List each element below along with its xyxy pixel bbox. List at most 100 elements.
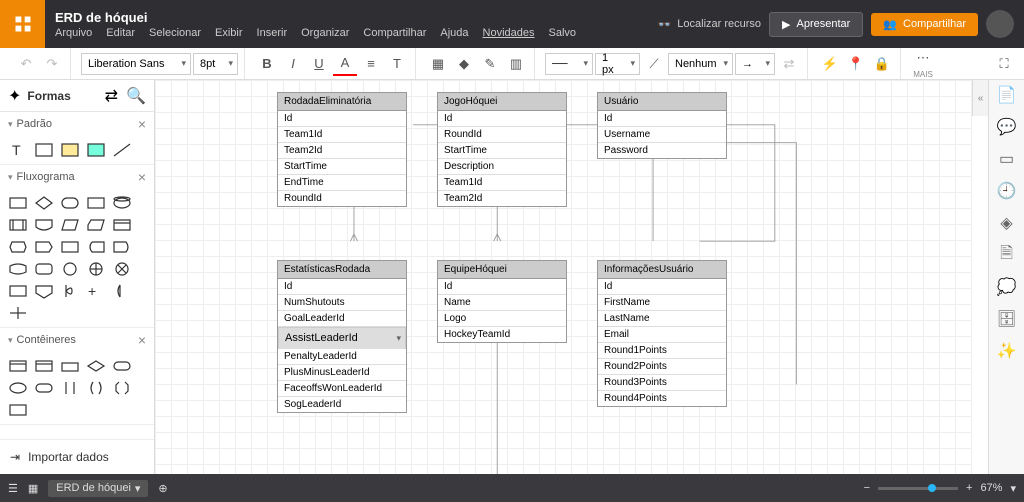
present-button[interactable]: ▶ Apresentar: [769, 12, 863, 37]
shape-text[interactable]: T: [8, 142, 28, 158]
entity-field[interactable]: Round3Points: [598, 375, 726, 391]
flowchart-shape[interactable]: [112, 195, 132, 211]
entity-field[interactable]: Id: [598, 279, 726, 295]
data-icon[interactable]: 🗎: [998, 246, 1016, 264]
swap-arrows-button[interactable]: ⇄: [777, 52, 801, 76]
container-shape[interactable]: [86, 358, 106, 374]
entity-field[interactable]: FaceoffsWonLeaderId: [278, 381, 406, 397]
shape-rect[interactable]: [34, 142, 54, 158]
flowchart-shape[interactable]: [60, 217, 80, 233]
entity-field[interactable]: Id: [598, 111, 726, 127]
entity-EstatísticasRodada[interactable]: EstatísticasRodadaIdNumShutoutsGoalLeade…: [277, 260, 407, 413]
menu-select[interactable]: Selecionar: [149, 27, 201, 39]
container-shape[interactable]: [112, 380, 132, 396]
app-logo[interactable]: [0, 0, 45, 48]
flowchart-shape[interactable]: [112, 239, 132, 255]
menu-share[interactable]: Compartilhar: [363, 27, 426, 39]
entity-field[interactable]: Id: [278, 279, 406, 295]
entity-field[interactable]: Team1Id: [438, 175, 566, 191]
flowchart-shape[interactable]: [60, 283, 80, 299]
entity-field[interactable]: PenaltyLeaderId: [278, 349, 406, 365]
line-color-button[interactable]: ✎: [478, 52, 502, 76]
close-icon[interactable]: ×: [138, 169, 146, 185]
zoom-out-button[interactable]: −: [864, 482, 870, 494]
flowchart-shape[interactable]: [34, 195, 54, 211]
entity-field[interactable]: StartTime: [278, 159, 406, 175]
flowchart-shape[interactable]: [8, 305, 28, 321]
entity-field[interactable]: FirstName: [598, 295, 726, 311]
close-icon[interactable]: ×: [138, 332, 146, 348]
entity-field[interactable]: Team2Id: [278, 143, 406, 159]
collapse-right-panel[interactable]: «: [972, 80, 988, 116]
entity-Usuário[interactable]: UsuárioIdUsernamePassword: [597, 92, 727, 159]
fullscreen-button[interactable]: ⛶: [992, 52, 1016, 76]
redo-button[interactable]: ↷: [40, 52, 64, 76]
entity-field[interactable]: Email: [598, 327, 726, 343]
locate-resource[interactable]: 👓 Localizar recurso: [658, 18, 761, 31]
shuffle-icon[interactable]: ⇄: [105, 86, 118, 106]
entity-field[interactable]: Round2Points: [598, 359, 726, 375]
font-family-select[interactable]: Liberation Sans: [81, 53, 191, 75]
bolt-icon[interactable]: ⚡: [818, 52, 842, 76]
text-color-button[interactable]: A: [333, 52, 357, 76]
container-shape[interactable]: [34, 358, 54, 374]
comment-icon[interactable]: 💬: [998, 118, 1016, 136]
arrow-start-select[interactable]: Nenhum: [668, 53, 733, 75]
lock-icon[interactable]: 🔒: [870, 52, 894, 76]
container-shape[interactable]: [8, 358, 28, 374]
entity-field[interactable]: RoundId: [278, 191, 406, 206]
entity-field[interactable]: PlusMinusLeaderId: [278, 365, 406, 381]
container-shape[interactable]: [86, 380, 106, 396]
line-style-select[interactable]: ──: [545, 53, 593, 75]
entity-EquipeHóquei[interactable]: EquipeHóqueiIdNameLogoHockeyTeamId: [437, 260, 567, 343]
menu-news[interactable]: Novidades: [483, 27, 535, 39]
entity-JogoHóquei[interactable]: JogoHóqueiIdRoundIdStartTimeDescriptionT…: [437, 92, 567, 207]
align-button[interactable]: ≡: [359, 52, 383, 76]
category-containers[interactable]: ▾Contêineres×: [0, 328, 154, 352]
entity-field[interactable]: NumShutouts: [278, 295, 406, 311]
menu-arrange[interactable]: Organizar: [301, 27, 349, 39]
shape-line[interactable]: [112, 142, 132, 158]
entity-RodadaEliminatória[interactable]: RodadaEliminatóriaIdTeam1IdTeam2IdStartT…: [277, 92, 407, 207]
database-icon[interactable]: 🗄: [998, 310, 1016, 328]
flowchart-shape[interactable]: [34, 217, 54, 233]
entity-field[interactable]: Username: [598, 127, 726, 143]
page-tab[interactable]: ERD de hóquei▾: [48, 480, 148, 497]
flowchart-shape[interactable]: [60, 195, 80, 211]
arrow-end-select[interactable]: →: [735, 53, 775, 75]
share-button[interactable]: 👥 Compartilhar: [871, 13, 978, 36]
menu-insert[interactable]: Inserir: [257, 27, 288, 39]
category-flowchart[interactable]: ▾Fluxograma×: [0, 165, 154, 189]
entity-field[interactable]: Logo: [438, 311, 566, 327]
menu-help[interactable]: Ajuda: [440, 27, 468, 39]
flowchart-shape[interactable]: [8, 239, 28, 255]
undo-button[interactable]: ↶: [14, 52, 38, 76]
shape-note[interactable]: [60, 142, 80, 158]
container-shape[interactable]: [112, 358, 132, 374]
more-button[interactable]: ⋯: [911, 48, 935, 68]
entity-field[interactable]: SogLeaderId: [278, 397, 406, 412]
search-shapes-icon[interactable]: 🔍: [126, 86, 146, 106]
entity-field[interactable]: Id: [278, 111, 406, 127]
flowchart-shape[interactable]: [86, 195, 106, 211]
user-avatar[interactable]: [986, 10, 1014, 38]
flowchart-shape[interactable]: [112, 283, 132, 299]
flowchart-shape[interactable]: [60, 239, 80, 255]
close-icon[interactable]: ×: [138, 116, 146, 132]
flowchart-shape[interactable]: [86, 239, 106, 255]
flowchart-shape[interactable]: [34, 261, 54, 277]
container-shape[interactable]: [60, 380, 80, 396]
canvas[interactable]: RodadaEliminatóriaIdTeam1IdTeam2IdStartT…: [155, 80, 972, 474]
bold-button[interactable]: B: [255, 52, 279, 76]
flowchart-shape[interactable]: [8, 195, 28, 211]
slides-icon[interactable]: ▭: [998, 150, 1016, 168]
chat-icon[interactable]: 💭: [998, 278, 1016, 296]
document-icon[interactable]: 📄: [998, 86, 1016, 104]
zoom-slider[interactable]: [878, 487, 958, 490]
history-icon[interactable]: 🕘: [998, 182, 1016, 200]
pin-icon[interactable]: 📍: [844, 52, 868, 76]
italic-button[interactable]: I: [281, 52, 305, 76]
menu-view[interactable]: Exibir: [215, 27, 243, 39]
document-title[interactable]: ERD de hóquei: [55, 10, 576, 25]
flowchart-shape[interactable]: [112, 217, 132, 233]
